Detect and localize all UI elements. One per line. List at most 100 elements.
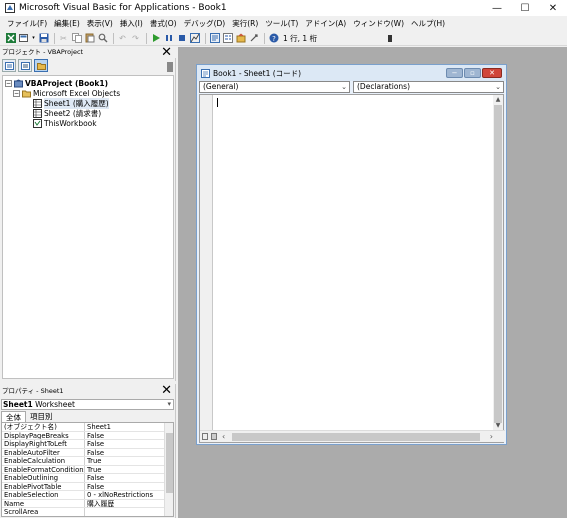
menu-tools[interactable]: ツール(T) bbox=[265, 18, 298, 29]
tab-alphabetic[interactable]: 全体 bbox=[1, 411, 26, 422]
chevron-down-icon[interactable]: ⌄ bbox=[341, 82, 347, 92]
property-row[interactable]: DisplayRightToLeft False bbox=[2, 440, 165, 449]
property-value[interactable]: True bbox=[85, 466, 165, 473]
menu-insert[interactable]: 挿入(I) bbox=[120, 18, 143, 29]
menu-file[interactable]: ファイル(F) bbox=[7, 18, 47, 29]
chevron-down-icon[interactable]: ▾ bbox=[167, 400, 171, 409]
break-icon[interactable] bbox=[163, 33, 174, 44]
property-value[interactable]: 購入履歴 bbox=[85, 500, 165, 507]
property-row[interactable]: EnableOutlining False bbox=[2, 474, 165, 483]
cut-icon[interactable]: ✂ bbox=[58, 33, 69, 44]
menu-addins[interactable]: アドイン(A) bbox=[305, 18, 346, 29]
project-explorer-icon[interactable] bbox=[209, 33, 220, 44]
property-name: EnableAutoFilter bbox=[2, 448, 85, 456]
object-browser-icon[interactable] bbox=[235, 33, 246, 44]
object-combo[interactable]: (General) ⌄ bbox=[199, 81, 350, 93]
property-row[interactable]: EnableFormatConditionsCaTrue bbox=[2, 465, 165, 474]
reset-icon[interactable] bbox=[176, 33, 187, 44]
collapse-icon[interactable]: − bbox=[13, 89, 20, 97]
close-icon[interactable]: ✕ bbox=[482, 68, 502, 78]
view-excel-icon[interactable] bbox=[5, 33, 16, 44]
code-editor[interactable]: ▲ ▼ ‹ › bbox=[199, 94, 505, 443]
collapse-icon[interactable]: − bbox=[5, 79, 12, 87]
property-value[interactable]: Sheet1 bbox=[85, 423, 165, 430]
tree-item-excel-objects[interactable]: − Microsoft Excel Objects bbox=[13, 88, 120, 98]
toolbox-icon[interactable] bbox=[248, 33, 259, 44]
property-name: EnableOutlining bbox=[2, 474, 85, 482]
scrollbar-thumb[interactable] bbox=[232, 433, 480, 441]
close-icon[interactable]: ✕ bbox=[161, 46, 172, 59]
tree-item-label: Sheet2 (請求書) bbox=[44, 108, 102, 118]
menu-edit[interactable]: 編集(E) bbox=[54, 18, 80, 29]
chevron-down-icon[interactable]: ⌄ bbox=[495, 82, 501, 92]
close-icon[interactable]: ✕ bbox=[161, 384, 172, 397]
property-value[interactable]: False bbox=[85, 483, 165, 490]
code-window-title: Book1 - Sheet1 (コード) bbox=[213, 68, 302, 78]
scroll-marker-icon[interactable] bbox=[167, 62, 173, 72]
undo-icon[interactable]: ↶ bbox=[117, 33, 128, 44]
scroll-down-icon[interactable]: ▼ bbox=[493, 422, 503, 430]
procedure-view-icon[interactable] bbox=[202, 433, 208, 440]
tab-categorized[interactable]: 項目別 bbox=[26, 411, 57, 422]
property-value[interactable]: False bbox=[85, 474, 165, 481]
horizontal-scrollbar[interactable]: ‹ › bbox=[200, 430, 505, 442]
menu-help[interactable]: ヘルプ(H) bbox=[411, 18, 445, 29]
property-name: EnableFormatConditionsCa bbox=[4, 465, 85, 473]
property-row[interactable]: ScrollArea bbox=[2, 508, 165, 516]
properties-window-icon[interactable] bbox=[222, 33, 233, 44]
save-icon[interactable] bbox=[38, 33, 49, 44]
menu-window[interactable]: ウィンドウ(W) bbox=[353, 18, 404, 29]
property-row[interactable]: EnableAutoFilter False bbox=[2, 448, 165, 457]
scroll-right-icon[interactable]: › bbox=[490, 432, 493, 441]
menu-run[interactable]: 実行(R) bbox=[232, 18, 258, 29]
scrollbar-thumb[interactable] bbox=[166, 433, 173, 493]
property-value[interactable]: False bbox=[85, 440, 165, 447]
close-button[interactable]: ✕ bbox=[539, 0, 567, 16]
tree-item-sheet2[interactable]: Sheet2 (請求書) bbox=[33, 108, 101, 118]
toolbar-grip-icon[interactable] bbox=[387, 33, 393, 44]
maximize-button[interactable]: ☐ bbox=[511, 0, 539, 16]
property-name: EnableCalculation bbox=[2, 457, 85, 465]
minimize-icon[interactable]: − bbox=[446, 68, 463, 78]
redo-icon[interactable]: ↷ bbox=[130, 33, 141, 44]
design-mode-icon[interactable] bbox=[189, 33, 200, 44]
paste-icon[interactable] bbox=[84, 33, 95, 44]
property-row[interactable]: EnableCalculation True bbox=[2, 457, 165, 466]
property-row[interactable]: Name 購入履歴 bbox=[2, 499, 165, 508]
maximize-icon[interactable]: ▫ bbox=[464, 68, 481, 78]
insert-module-icon[interactable] bbox=[18, 33, 29, 44]
tree-item-sheet1[interactable]: Sheet1 (購入履歴) bbox=[33, 97, 109, 109]
view-object-icon[interactable] bbox=[18, 59, 32, 72]
vertical-scrollbar[interactable]: ▲ ▼ bbox=[493, 95, 503, 431]
tree-item-vbaproject[interactable]: − VBAProject (Book1) bbox=[5, 78, 108, 88]
property-value[interactable]: 0 - xlNoRestrictions bbox=[85, 491, 165, 498]
property-value[interactable]: False bbox=[85, 449, 165, 456]
margin-indicator-bar[interactable] bbox=[200, 95, 213, 431]
property-value[interactable] bbox=[85, 508, 165, 516]
copy-icon[interactable] bbox=[71, 33, 82, 44]
scroll-left-icon[interactable]: ‹ bbox=[222, 432, 225, 441]
menu-format[interactable]: 書式(O) bbox=[150, 18, 177, 29]
property-row[interactable]: EnablePivotTable False bbox=[2, 482, 165, 491]
procedure-combo[interactable]: (Declarations) ⌄ bbox=[353, 81, 504, 93]
minimize-button[interactable]: — bbox=[483, 0, 511, 16]
property-value[interactable]: True bbox=[85, 457, 165, 464]
menu-debug[interactable]: デバッグ(D) bbox=[184, 18, 226, 29]
properties-scrollbar[interactable] bbox=[164, 423, 173, 516]
property-row[interactable]: EnableSelection 0 - xlNoRestrictions bbox=[2, 491, 165, 500]
full-module-view-icon[interactable] bbox=[211, 433, 217, 440]
toggle-folders-icon[interactable] bbox=[34, 59, 48, 72]
scrollbar-thumb[interactable] bbox=[494, 105, 502, 423]
menu-view[interactable]: 表示(V) bbox=[87, 18, 113, 29]
property-value[interactable]: False bbox=[85, 432, 165, 439]
object-selector[interactable]: Sheet1 Worksheet ▾ bbox=[1, 399, 174, 410]
view-code-icon[interactable] bbox=[2, 59, 16, 72]
tree-item-thisworkbook[interactable]: ThisWorkbook bbox=[33, 118, 97, 128]
help-icon[interactable]: ? bbox=[268, 33, 279, 44]
scroll-up-icon[interactable]: ▲ bbox=[493, 96, 503, 104]
run-icon[interactable] bbox=[150, 33, 161, 44]
property-row[interactable]: DisplayPageBreaks False bbox=[2, 431, 165, 440]
dropdown-arrow-icon[interactable]: ▾ bbox=[31, 33, 36, 44]
find-icon[interactable] bbox=[97, 33, 108, 44]
property-row[interactable]: (オブジェクト名) Sheet1 bbox=[2, 423, 165, 432]
